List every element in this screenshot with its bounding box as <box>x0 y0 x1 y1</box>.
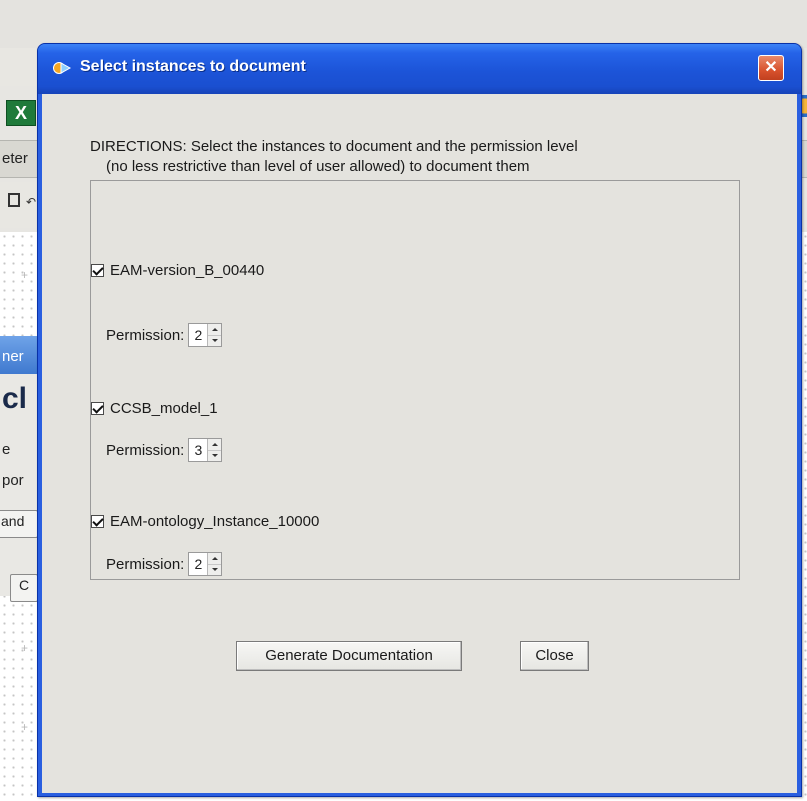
background-panel-title: ner <box>2 348 24 365</box>
close-button[interactable]: Close <box>520 641 589 671</box>
background-button[interactable]: C <box>10 574 38 602</box>
spreadsheet-icon[interactable]: X <box>6 100 36 126</box>
checkbox-checked-icon[interactable] <box>91 402 104 415</box>
close-icon[interactable]: ✕ <box>758 55 784 81</box>
background-menu-text: eter <box>2 150 28 167</box>
permission-label: Permission: <box>106 326 185 344</box>
dialog-titlebar[interactable]: Select instances to document ✕ <box>38 44 801 94</box>
background-heading: cl <box>2 382 28 415</box>
permission-spinner[interactable]: 2 <box>188 323 223 347</box>
background-side-panel <box>0 336 40 596</box>
background-button[interactable]: and <box>0 510 38 538</box>
spinner-down-icon[interactable] <box>208 334 222 347</box>
permission-row: Permission: 3 <box>106 438 223 462</box>
permission-label: Permission: <box>106 555 185 573</box>
spinner-up-icon[interactable] <box>208 553 221 564</box>
instance-checkbox-row[interactable]: EAM-version_B_00440 <box>90 262 264 279</box>
permission-spinner[interactable]: 3 <box>188 438 223 462</box>
instance-label[interactable]: EAM-version_B_00440 <box>110 262 264 279</box>
spinner-down-icon[interactable] <box>208 449 222 462</box>
dialog-body: DIRECTIONS: Select the instances to docu… <box>42 94 797 793</box>
generate-documentation-button[interactable]: Generate Documentation <box>236 641 462 671</box>
grid-plus-icon: + <box>21 268 29 282</box>
instance-label[interactable]: CCSB_model_1 <box>110 400 218 417</box>
spinner-up-icon[interactable] <box>208 439 221 450</box>
permission-row: Permission: 2 <box>106 323 223 347</box>
directions-text: DIRECTIONS: Select the instances to docu… <box>90 137 578 177</box>
permission-spinner[interactable]: 2 <box>188 552 223 576</box>
permission-value[interactable]: 2 <box>189 324 207 346</box>
permission-value[interactable]: 2 <box>189 553 207 575</box>
dialog-title: Select instances to document <box>80 58 306 75</box>
save-icon[interactable] <box>8 193 20 207</box>
app-icon <box>53 62 72 74</box>
select-instances-dialog: Select instances to document ✕ DIRECTION… <box>37 43 802 797</box>
spinner-arrows <box>207 439 222 462</box>
background-top-area <box>0 0 807 48</box>
permission-value[interactable]: 3 <box>189 439 207 461</box>
checkbox-checked-icon[interactable] <box>91 264 104 277</box>
spinner-down-icon[interactable] <box>208 563 222 576</box>
background-text: por <box>2 472 24 489</box>
spinner-arrows <box>207 553 222 576</box>
directions-line: (no less restrictive than level of user … <box>106 158 530 175</box>
grid-plus-icon: + <box>21 641 29 655</box>
directions-line: DIRECTIONS: Select the instances to docu… <box>90 138 578 155</box>
permission-row: Permission: 2 <box>106 552 223 576</box>
tool-icon[interactable]: ↶ <box>26 195 36 209</box>
spinner-arrows <box>207 324 222 347</box>
checkbox-checked-icon[interactable] <box>91 515 104 528</box>
spinner-up-icon[interactable] <box>208 324 221 335</box>
background-text: e <box>2 441 11 458</box>
instance-checkbox-row[interactable]: EAM-ontology_Instance_10000 <box>90 513 319 530</box>
instance-label[interactable]: EAM-ontology_Instance_10000 <box>110 513 319 530</box>
instance-checkbox-row[interactable]: CCSB_model_1 <box>90 400 218 417</box>
grid-plus-icon: + <box>21 720 29 734</box>
permission-label: Permission: <box>106 441 185 459</box>
